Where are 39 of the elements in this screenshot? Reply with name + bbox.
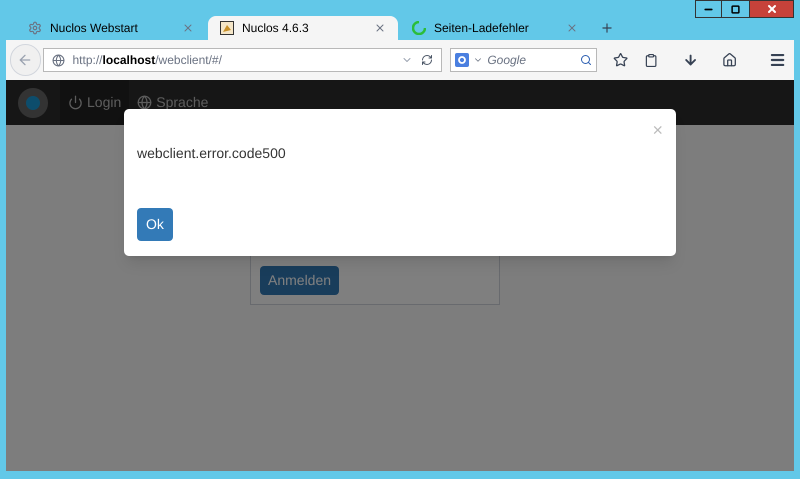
search-input[interactable]: Google (487, 51, 576, 69)
gear-icon (28, 21, 42, 35)
ok-button[interactable]: Ok (137, 208, 173, 241)
search-icon[interactable] (580, 54, 592, 66)
loading-icon (412, 21, 426, 35)
google-icon (455, 53, 470, 67)
minimize-button[interactable] (695, 0, 722, 18)
login-button[interactable]: Anmelden (260, 266, 340, 295)
tab-title: Nuclos Webstart (50, 20, 139, 37)
browser-tab[interactable]: Nuclos 4.6.3 (208, 16, 398, 40)
maximize-button[interactable] (722, 0, 749, 18)
reload-icon[interactable] (421, 54, 434, 66)
maximize-icon (731, 4, 740, 14)
close-tab-icon[interactable] (374, 22, 386, 34)
search-field[interactable]: Google (450, 48, 598, 72)
browser-tab[interactable]: Nuclos Webstart (16, 16, 206, 40)
address-bar[interactable]: http://localhost/webclient/#/ (42, 48, 442, 72)
new-tab-icon[interactable] (600, 21, 614, 35)
menu-icon[interactable] (768, 51, 786, 69)
download-icon[interactable] (682, 52, 698, 68)
close-button[interactable] (749, 0, 794, 18)
app-logo-icon (17, 86, 49, 118)
browser-tab[interactable]: Seiten-Ladefehler (400, 16, 590, 40)
clipboard-icon[interactable] (644, 52, 659, 68)
home-icon[interactable] (722, 52, 737, 68)
power-icon (68, 95, 83, 110)
bookmark-star-icon[interactable] (613, 52, 628, 68)
close-tab-icon[interactable] (566, 22, 578, 34)
tab-title: Nuclos 4.6.3 (242, 20, 310, 37)
close-icon (766, 3, 778, 15)
globe-icon (137, 95, 152, 110)
error-message: webclient.error.code500 (137, 144, 287, 163)
close-tab-icon[interactable] (182, 22, 194, 34)
logo-icon (220, 21, 234, 35)
nav-item[interactable]: Sprache (129, 80, 216, 125)
tab-title: Seiten-Ladefehler (434, 20, 530, 37)
url-text: http://localhost/webclient/#/ (72, 52, 223, 69)
globe-icon (52, 54, 64, 66)
nav-item[interactable]: Login (60, 80, 130, 125)
